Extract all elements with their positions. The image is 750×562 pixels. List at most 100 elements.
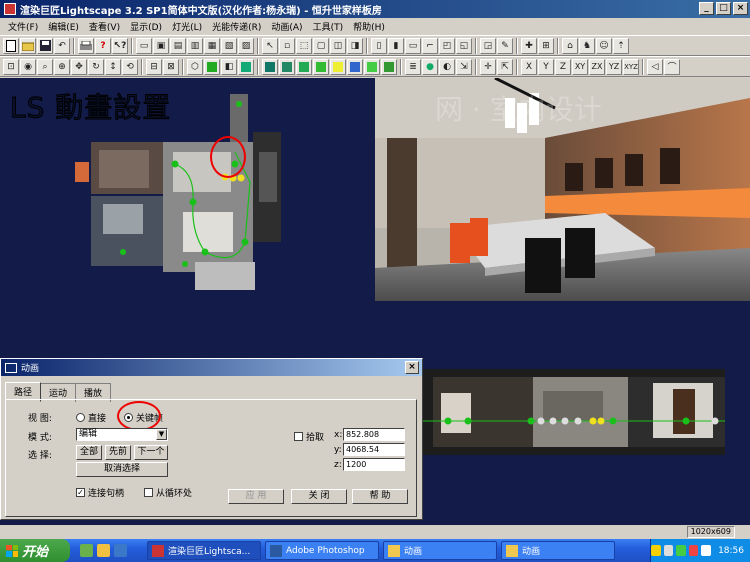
tool-icon-39[interactable]: ◐ <box>439 58 455 75</box>
select-arrow-icon[interactable]: ↖ <box>262 37 278 54</box>
axis-zx-button[interactable]: ZX <box>589 58 605 75</box>
start-button[interactable]: 开始 <box>0 539 70 562</box>
y-coordinate-field[interactable]: 4068.54 <box>343 443 405 456</box>
menu-display[interactable]: 显示(D) <box>125 20 167 33</box>
elevation-view[interactable] <box>423 369 725 455</box>
tool-icon-38[interactable] <box>381 58 397 75</box>
tool-icon-36[interactable] <box>347 58 363 75</box>
volume-icon[interactable] <box>701 545 712 556</box>
tool-icon-22[interactable]: ⊞ <box>538 37 554 54</box>
mode-select[interactable]: 编辑 ▼ <box>76 428 168 441</box>
tool-icon-34[interactable] <box>313 58 329 75</box>
scale-icon[interactable]: ⇱ <box>497 58 513 75</box>
tray-icon-green[interactable] <box>676 545 686 556</box>
globe-icon[interactable]: ● <box>422 58 438 75</box>
eye-icon[interactable]: ◉ <box>20 58 36 75</box>
tool-icon-42[interactable]: ⌒ <box>664 58 680 75</box>
solid-icon[interactable] <box>204 58 220 75</box>
tool-icon-16[interactable]: ⌐ <box>422 37 438 54</box>
network-icon[interactable] <box>663 545 674 556</box>
deselect-button[interactable]: 取消选择 <box>76 462 168 477</box>
axis-y-button[interactable]: Y <box>538 58 554 75</box>
tool-icon-17[interactable]: ◰ <box>439 37 455 54</box>
menu-help[interactable]: 帮助(H) <box>348 20 390 33</box>
axis-xyz-button[interactable]: XYZ <box>623 58 639 75</box>
tool-icon-30[interactable] <box>238 58 254 75</box>
tool-icon-23[interactable]: ⌂ <box>562 37 578 54</box>
tool-icon-2[interactable]: ▣ <box>153 37 169 54</box>
select-next-button[interactable]: 下一个 <box>134 445 168 460</box>
tool-icon-41[interactable]: ◁ <box>647 58 663 75</box>
task-folder-animation-2[interactable]: 动画 <box>501 541 615 560</box>
render-view[interactable]: 网 · 室内设计 <box>375 78 750 301</box>
menu-tools[interactable]: 工具(T) <box>308 20 349 33</box>
quicklaunch-icon-2[interactable] <box>97 544 110 557</box>
pick-checkbox[interactable]: 拾取 <box>294 430 324 443</box>
tool-icon-24[interactable]: ⇡ <box>613 37 629 54</box>
tool-icon-4[interactable]: ▥ <box>187 37 203 54</box>
minimize-button[interactable]: _ <box>699 2 714 15</box>
x-coordinate-field[interactable]: 852.808 <box>343 428 405 441</box>
loop-checkbox[interactable]: 从循环处 <box>144 486 192 499</box>
move-icon[interactable]: ✛ <box>480 58 496 75</box>
apply-button[interactable]: 应 用 <box>228 489 284 504</box>
tool-icon-35[interactable] <box>330 58 346 75</box>
undo-icon[interactable]: ↶ <box>54 37 70 54</box>
menu-edit[interactable]: 编辑(E) <box>43 20 84 33</box>
tool-icon-13[interactable]: ▯ <box>371 37 387 54</box>
tool-icon-26[interactable]: ↕ <box>105 58 121 75</box>
axis-xy-button[interactable]: XY <box>572 58 588 75</box>
person-icon[interactable]: ☺ <box>596 37 612 54</box>
tool-icon-8[interactable]: ▫ <box>279 37 295 54</box>
print-icon[interactable] <box>78 37 94 54</box>
menu-radiosity[interactable]: 光能传递(R) <box>207 20 266 33</box>
zoom-icon[interactable]: ⌕ <box>37 58 53 75</box>
context-help-icon[interactable]: ↖? <box>112 37 128 54</box>
tool-icon-12[interactable]: ◨ <box>347 37 363 54</box>
help-button[interactable]: 帮 助 <box>352 489 408 504</box>
select-prev-button[interactable]: 先前 <box>105 445 131 460</box>
axis-yz-button[interactable]: YZ <box>606 58 622 75</box>
tool-icon-18[interactable]: ◱ <box>456 37 472 54</box>
chevron-down-icon[interactable]: ▼ <box>156 429 167 440</box>
select-all-button[interactable]: 全部 <box>76 445 102 460</box>
tool-icon-1[interactable]: ▭ <box>136 37 152 54</box>
walk-icon[interactable]: ♞ <box>579 37 595 54</box>
warning-icon[interactable] <box>651 545 661 556</box>
tool-icon-31[interactable] <box>262 58 278 75</box>
app-icon[interactable] <box>4 3 16 15</box>
save-icon[interactable] <box>37 37 53 54</box>
tool-icon-14[interactable]: ▮ <box>388 37 404 54</box>
dialog-close-button[interactable]: × <box>405 361 419 374</box>
close-button[interactable]: × <box>733 2 748 15</box>
clock[interactable]: 18:56 <box>718 546 744 556</box>
zoom-in-icon[interactable]: ⊕ <box>54 58 70 75</box>
tool-icon-37[interactable] <box>364 58 380 75</box>
help-icon[interactable]: ? <box>95 37 111 54</box>
open-folder-icon[interactable] <box>20 37 36 54</box>
tool-icon-5[interactable]: ▦ <box>204 37 220 54</box>
tool-icon-20[interactable]: ✎ <box>497 37 513 54</box>
tool-icon-32[interactable] <box>279 58 295 75</box>
orbit-icon[interactable]: ↻ <box>88 58 104 75</box>
task-photoshop[interactable]: Adobe Photoshop <box>265 541 379 560</box>
tool-icon-33[interactable] <box>296 58 312 75</box>
quicklaunch-icon-3[interactable] <box>114 544 127 557</box>
tool-icon-10[interactable]: ▢ <box>313 37 329 54</box>
tool-icon-19[interactable]: ◲ <box>480 37 496 54</box>
task-lightscape[interactable]: 渲染巨匠Lightsca... <box>147 541 261 560</box>
z-coordinate-field[interactable]: 1200 <box>343 458 405 471</box>
tool-icon-15[interactable]: ▭ <box>405 37 421 54</box>
task-folder-animation-1[interactable]: 动画 <box>383 541 497 560</box>
menu-view[interactable]: 查看(V) <box>84 20 125 33</box>
tool-icon-40[interactable]: ⇲ <box>456 58 472 75</box>
axis-x-button[interactable]: X <box>521 58 537 75</box>
tool-icon-11[interactable]: ◫ <box>330 37 346 54</box>
new-file-icon[interactable] <box>3 37 19 54</box>
tool-icon-9[interactable]: ⬚ <box>296 37 312 54</box>
tool-icon-7[interactable]: ▨ <box>238 37 254 54</box>
layers-icon[interactable]: ≣ <box>405 58 421 75</box>
floor-plan-view[interactable] <box>75 92 305 292</box>
tool-icon-29[interactable]: ◧ <box>221 58 237 75</box>
tray-icon-red[interactable] <box>688 545 699 556</box>
